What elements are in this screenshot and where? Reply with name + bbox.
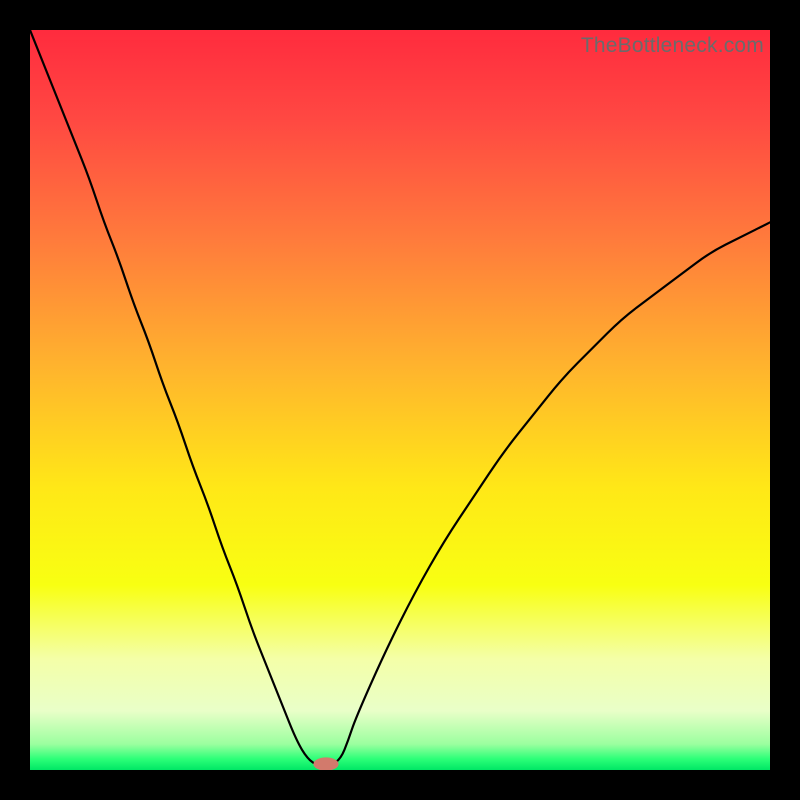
watermark-label: TheBottleneck.com: [581, 34, 764, 58]
bottleneck-chart: [30, 30, 770, 770]
chart-frame: TheBottleneck.com: [30, 30, 770, 770]
gradient-background: [30, 30, 770, 770]
